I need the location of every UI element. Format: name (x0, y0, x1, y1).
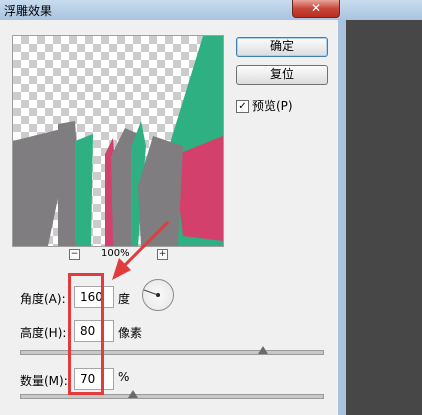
annotation-arrow (112, 220, 170, 280)
window-frame (338, 0, 346, 415)
background-area (346, 0, 422, 415)
